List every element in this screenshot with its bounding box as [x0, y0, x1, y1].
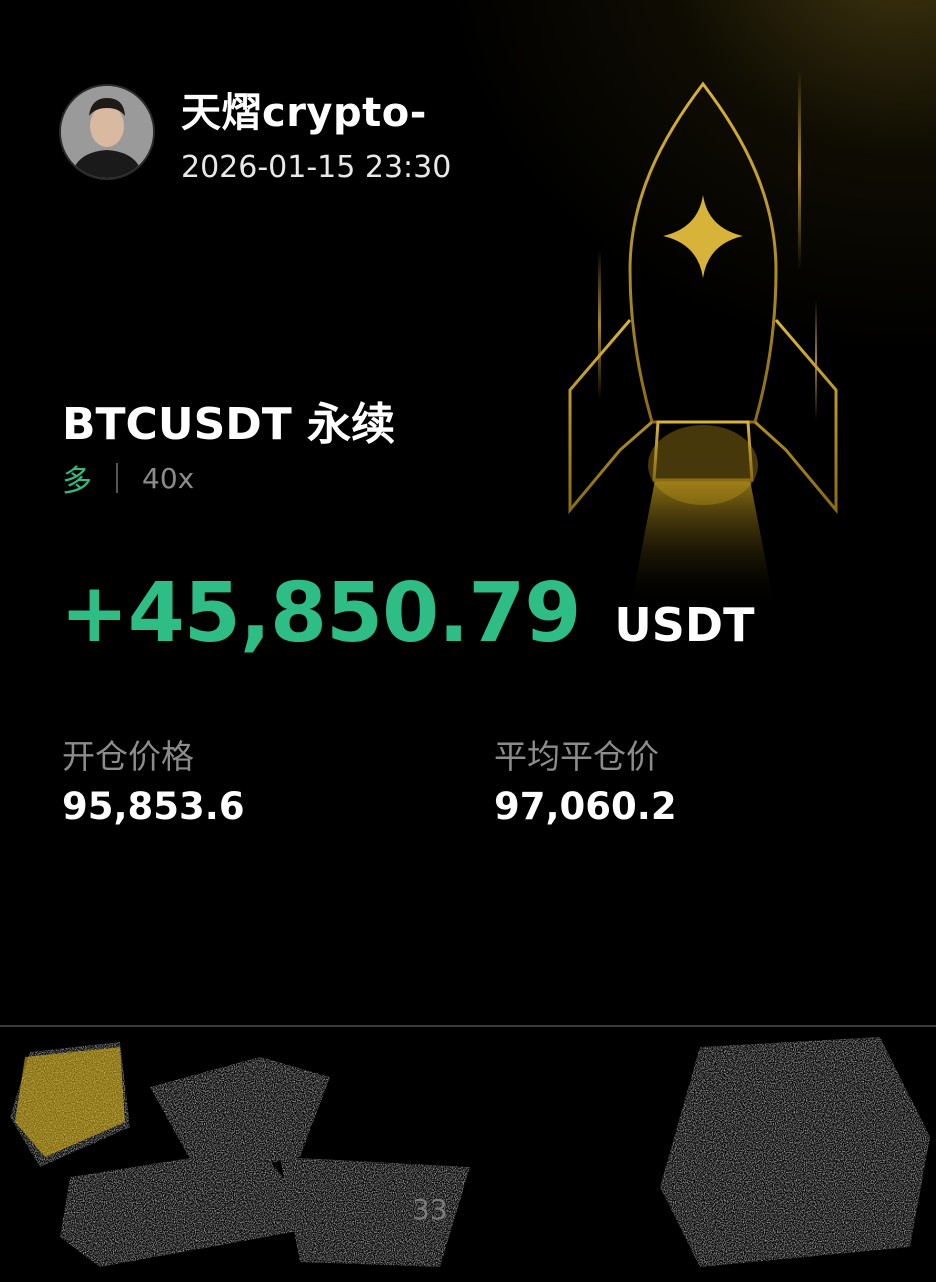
- pnl-row: +45,850.79 USDT: [60, 566, 754, 661]
- username: 天熠crypto-: [181, 90, 427, 136]
- contract-symbol: BTCUSDT 永续: [62, 399, 396, 450]
- leverage: 40x: [142, 461, 195, 495]
- position-meta: 多 40x: [62, 458, 195, 500]
- meta-divider: [116, 463, 118, 493]
- redacted-footer: 33: [0, 1027, 936, 1282]
- open-price-value: 95,853.6: [62, 785, 245, 828]
- timestamp: 2026-01-15 23:30: [181, 150, 452, 185]
- pnl-share-card: 天熠crypto- 2026-01-15 23:30 BTCUSDT 永续 多 …: [0, 0, 936, 1025]
- redaction-scribble: [10, 1037, 930, 1267]
- avatar: [61, 86, 153, 178]
- pnl-value: +45,850.79: [60, 566, 581, 661]
- position-side: 多: [62, 464, 92, 499]
- close-price-label: 平均平仓价: [494, 737, 659, 776]
- user-portrait-icon: [61, 86, 153, 178]
- footer-partial-text: 33: [412, 1193, 448, 1226]
- close-price-value: 97,060.2: [494, 785, 677, 828]
- rocket-icon: [568, 70, 838, 610]
- open-price-label: 开仓价格: [62, 737, 194, 776]
- pnl-currency: USDT: [614, 598, 755, 652]
